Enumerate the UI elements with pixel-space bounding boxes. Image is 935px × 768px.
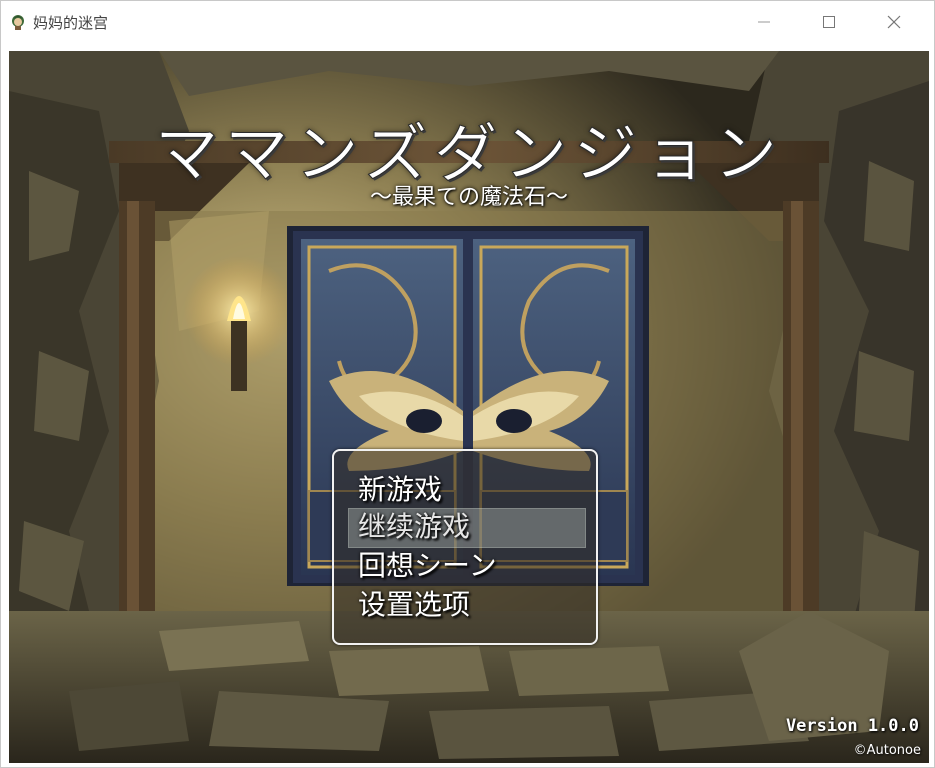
version-label: Version 1.0.0 xyxy=(785,716,919,736)
minimize-button[interactable] xyxy=(741,1,787,43)
menu-item-options[interactable]: 设置选项 xyxy=(358,586,470,624)
menu-item-continue[interactable]: 继续游戏 xyxy=(358,508,470,546)
copyright-label: ©Autonoe xyxy=(853,743,921,758)
title-menu: 新游戏 继续游戏 回想シーン 设置选项 xyxy=(332,449,598,645)
menu-item-recollection[interactable]: 回想シーン xyxy=(358,547,497,585)
close-icon xyxy=(887,15,901,29)
game-subtitle: 〜最果ての魔法石〜 xyxy=(369,185,568,210)
game-canvas[interactable]: ママンズダンジョン 〜最果ての魔法石〜 新游戏 继续游戏 回想シーン 设置选项 … xyxy=(9,51,929,763)
game-window: 妈妈的迷宫 ママンズダンジョン 〜最果ての魔法石〜 新游戏 继续游戏 回想シーン… xyxy=(0,0,935,768)
close-button[interactable] xyxy=(871,1,917,43)
window-title: 妈妈的迷宫 xyxy=(33,14,109,32)
menu-item-new-game[interactable]: 新游戏 xyxy=(358,471,442,509)
title-bar[interactable]: 妈妈的迷宫 xyxy=(1,1,934,43)
game-app-icon xyxy=(12,15,24,30)
maximize-icon xyxy=(823,16,835,28)
minimize-icon xyxy=(758,21,770,23)
maximize-button[interactable] xyxy=(806,1,852,43)
